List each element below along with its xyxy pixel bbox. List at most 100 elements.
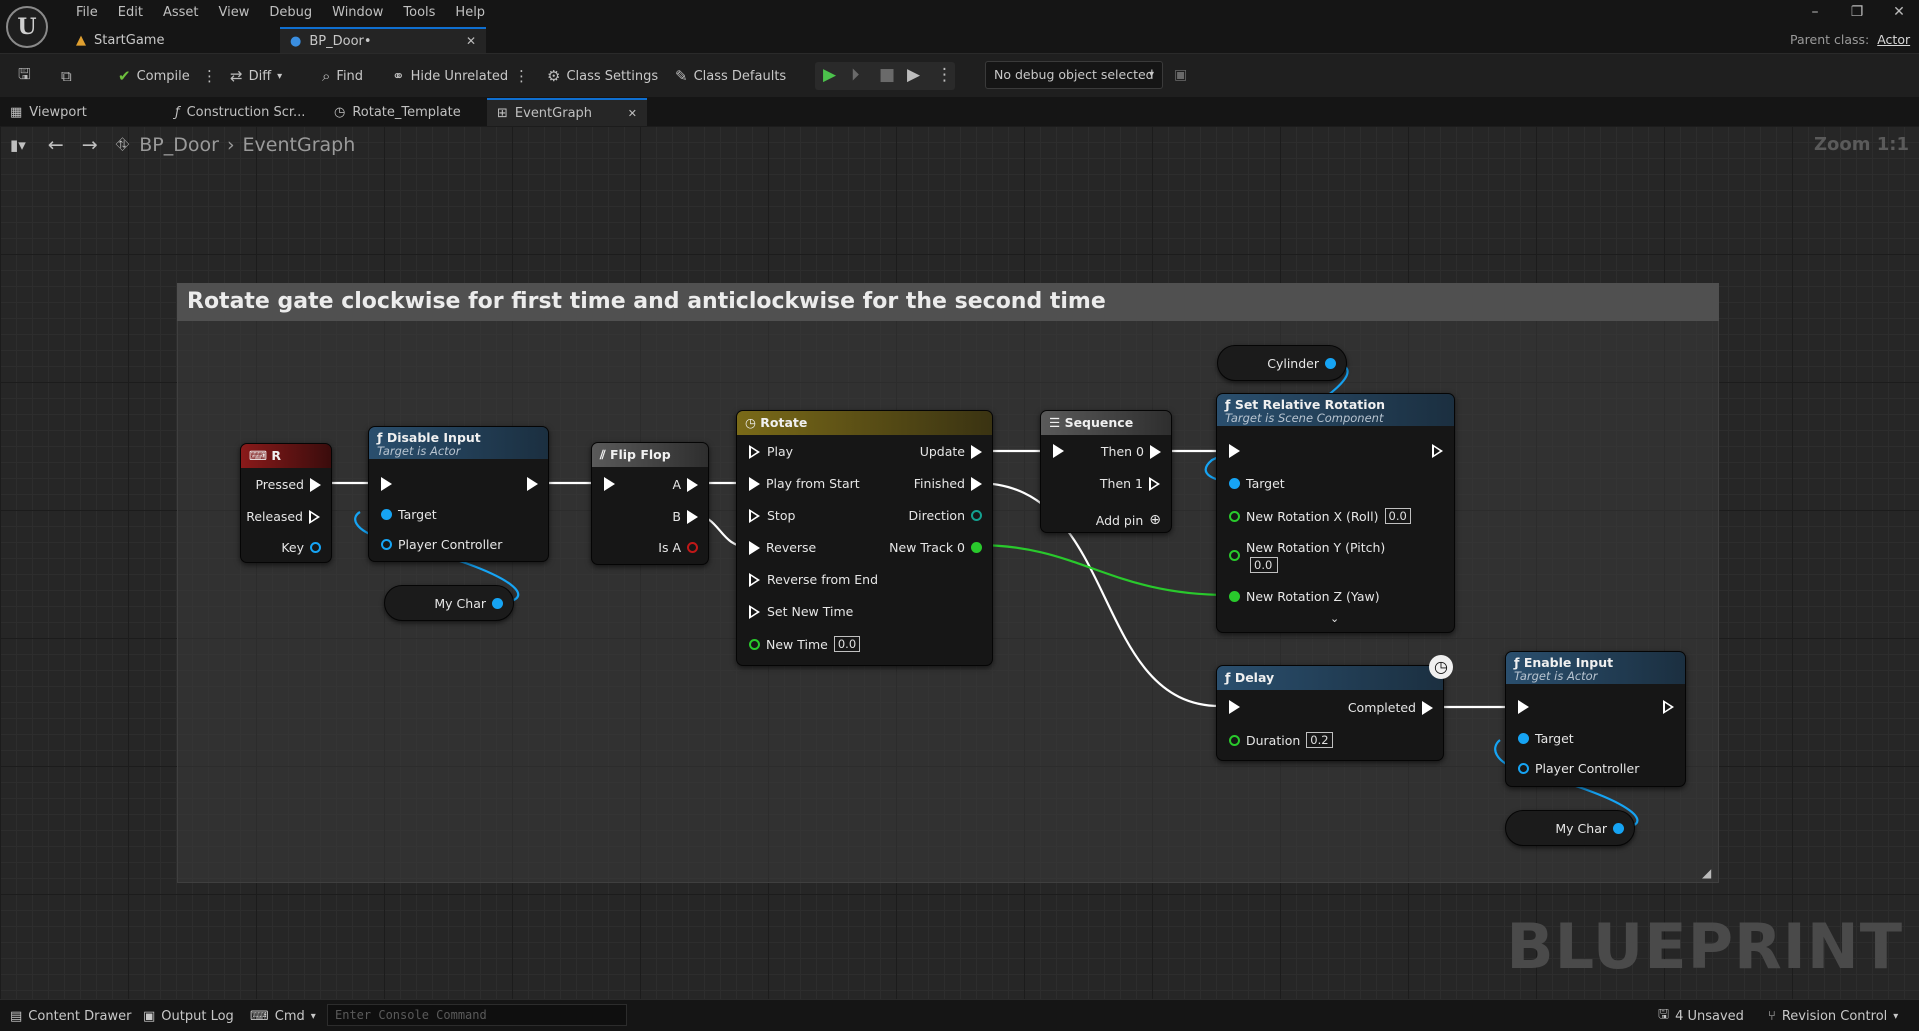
pin-a[interactable]: A: [672, 477, 698, 492]
exec-in-pin[interactable]: [1518, 700, 1529, 714]
pin-stop[interactable]: Stop: [749, 508, 795, 523]
rotation-x-value[interactable]: 0.0: [1384, 508, 1411, 524]
pin-rotation-y[interactable]: New Rotation Y (Pitch) 0.0: [1229, 540, 1385, 573]
my-char-variable-node[interactable]: My Char: [384, 585, 514, 621]
pin-is-a[interactable]: Is A: [658, 540, 698, 555]
duration-value[interactable]: 0.2: [1306, 732, 1333, 748]
pin-finished[interactable]: Finished: [914, 476, 982, 491]
exec-pin-icon: [381, 477, 392, 491]
pin-label: Reverse: [766, 540, 817, 555]
pin-duration[interactable]: Duration 0.2: [1229, 732, 1333, 748]
exec-in-pin[interactable]: [1229, 444, 1240, 458]
exec-pin-icon: [1518, 700, 1529, 714]
exec-out-pin[interactable]: [527, 477, 538, 491]
pin-new-track-0[interactable]: New Track 0: [889, 540, 982, 555]
console-input[interactable]: Enter Console Command: [327, 1004, 627, 1026]
function-icon: ƒ: [377, 430, 383, 445]
pin-label: Play: [767, 444, 794, 459]
float-pin-icon: [1229, 510, 1240, 522]
pin-reverse[interactable]: Reverse: [749, 540, 816, 555]
pin-label: New Track 0: [889, 540, 965, 555]
pin-label: Completed: [1347, 700, 1416, 715]
output-log-icon: ▣: [143, 1008, 156, 1024]
pin-then-1[interactable]: Then 1: [1100, 476, 1161, 491]
pin-label: New Time: [766, 636, 828, 652]
cylinder-variable-node[interactable]: Cylinder: [1217, 345, 1347, 381]
exec-pin-icon: [1663, 700, 1675, 714]
node-title: Disable Input: [386, 430, 481, 445]
r-key-event-node[interactable]: ⌨ R Pressed Released Key: [240, 443, 332, 563]
variable-label: My Char: [1555, 820, 1607, 836]
exec-pin-icon: [1432, 444, 1444, 458]
node-subtitle: Target is Actor: [1514, 669, 1598, 683]
pin-rotation-z[interactable]: New Rotation Z (Yaw): [1229, 589, 1380, 604]
output-log-button[interactable]: ▣ Output Log: [143, 1006, 234, 1026]
pin-reverse-from-end[interactable]: Reverse from End: [749, 572, 878, 587]
function-icon: ƒ: [1225, 397, 1231, 412]
expand-chevron-icon[interactable]: ⌄: [1330, 612, 1339, 625]
pin-pressed[interactable]: Pressed: [255, 477, 321, 492]
node-title: R: [271, 448, 282, 463]
object-pin-icon: [1325, 357, 1336, 369]
pin-released[interactable]: Released: [246, 509, 321, 524]
pin-label: Pressed: [255, 477, 304, 492]
pin-b[interactable]: B: [672, 509, 698, 524]
rotate-timeline-node[interactable]: ◷ Rotate Play Play from Start Stop Rever…: [736, 410, 993, 666]
disable-input-node[interactable]: ƒ Disable Input Target is Actor Target Pl…: [368, 426, 549, 562]
pin-target[interactable]: Target: [1229, 476, 1285, 491]
exec-in-pin[interactable]: [1053, 444, 1064, 458]
pin-rotation-y-body: New Rotation Y (Pitch) 0.0: [1246, 540, 1385, 573]
add-pin-button[interactable]: Add pin ⊕: [1096, 512, 1161, 528]
pin-label: B: [672, 509, 681, 524]
exec-pin-icon: [309, 509, 321, 524]
variable-label: Cylinder: [1267, 355, 1319, 371]
pin-rotation-x[interactable]: New Rotation X (Roll) 0.0: [1229, 508, 1411, 524]
my-char-variable-node-2[interactable]: My Char: [1505, 810, 1635, 846]
rotation-y-value[interactable]: 0.0: [1250, 557, 1278, 573]
flipflop-node[interactable]: ⫽ Flip Flop A B Is A: [591, 442, 709, 565]
pin-play-from-start[interactable]: Play from Start: [749, 476, 860, 491]
pin-direction[interactable]: Direction: [909, 508, 982, 523]
sequence-node[interactable]: ☰ Sequence Then 0 Then 1 Add pin ⊕: [1040, 410, 1172, 533]
keyboard-icon: ⌨: [249, 448, 268, 463]
set-relative-rotation-node[interactable]: ƒ Set Relative Rotation Target is Scene C…: [1216, 393, 1455, 633]
new-time-value[interactable]: 0.0: [833, 636, 861, 652]
pin-target[interactable]: Target: [1518, 731, 1574, 746]
node-title: Enable Input: [1523, 655, 1614, 670]
pin-completed[interactable]: Completed: [1348, 700, 1433, 715]
pin-player-controller[interactable]: Player Controller: [381, 537, 502, 552]
cmd-select[interactable]: ⌨ Cmd ▾: [250, 1006, 316, 1026]
exec-pin-icon: [749, 540, 760, 555]
object-pin-icon: [1518, 733, 1529, 744]
unsaved-label: 4 Unsaved: [1675, 1008, 1744, 1024]
exec-in-pin[interactable]: [604, 477, 615, 491]
pin-player-controller[interactable]: Player Controller: [1518, 761, 1639, 776]
node-subtitle: Target is Actor: [377, 444, 461, 458]
unsaved-button[interactable]: 🖫 4 Unsaved: [1658, 1006, 1744, 1026]
pin-then-0[interactable]: Then 0: [1101, 444, 1161, 459]
pin-play[interactable]: Play: [749, 444, 793, 459]
float-pin-icon: [1229, 734, 1240, 746]
pin-key[interactable]: Key: [281, 540, 321, 555]
object-pin-icon: [381, 509, 392, 520]
clock-icon: ◷: [745, 415, 756, 430]
revision-control-button[interactable]: ⑂ Revision Control ▾: [1768, 1006, 1898, 1026]
delay-node[interactable]: ƒ Delay Completed Duration 0.2: [1216, 665, 1444, 761]
pin-new-time[interactable]: New Time 0.0: [749, 636, 861, 652]
pin-label: Stop: [767, 508, 796, 523]
content-drawer-label: Content Drawer: [28, 1008, 132, 1024]
node-subtitle: Target is Scene Component: [1225, 411, 1384, 425]
exec-in-pin[interactable]: [381, 477, 392, 491]
exec-in-pin[interactable]: [1229, 700, 1240, 714]
content-drawer-button[interactable]: ▤ Content Drawer: [10, 1006, 131, 1026]
exec-out-pin[interactable]: [1663, 700, 1675, 714]
latent-clock-icon: ◷: [1429, 655, 1453, 679]
unsaved-icon: 🖫: [1658, 1007, 1670, 1022]
exec-out-pin[interactable]: [1432, 444, 1444, 458]
node-title: Flip Flop: [609, 447, 671, 462]
pin-update[interactable]: Update: [920, 444, 982, 459]
terminal-icon: ⌨: [250, 1008, 269, 1024]
pin-set-new-time[interactable]: Set New Time: [749, 604, 853, 619]
pin-target[interactable]: Target: [381, 507, 437, 522]
enable-input-node[interactable]: ƒ Enable Input Target is Actor Target Pla…: [1505, 651, 1686, 787]
